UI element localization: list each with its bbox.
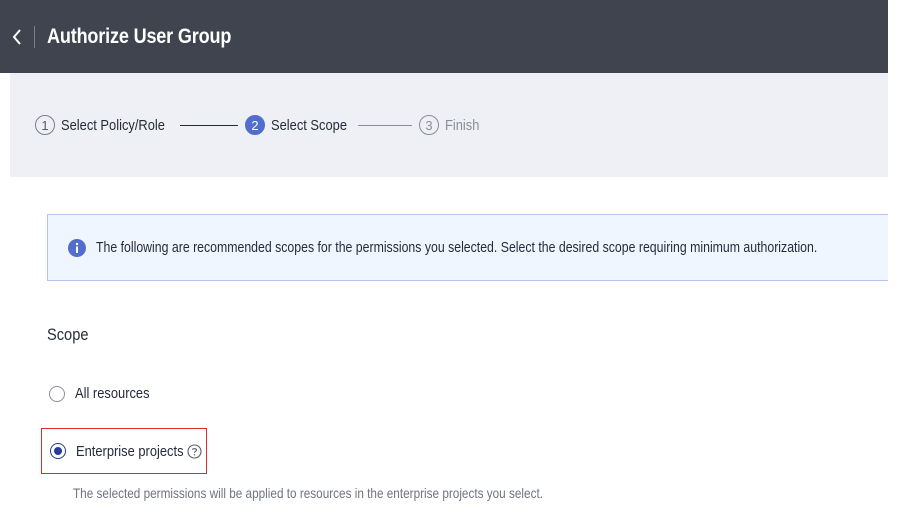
page-title: Authorize User Group xyxy=(47,24,232,48)
question-circle-icon[interactable] xyxy=(187,443,202,459)
step-finish: 3 Finish xyxy=(419,115,485,135)
step-label: Select Scope xyxy=(271,116,348,134)
step-connector xyxy=(180,124,238,126)
step-select-scope: 2 Select Scope xyxy=(245,115,351,135)
back-button[interactable] xyxy=(0,0,34,73)
step-bar: 1 Select Policy/Role 2 Select Scope 3 Fi… xyxy=(10,73,888,177)
step-select-policy-role: 1 Select Policy/Role xyxy=(35,115,173,135)
radio-label: Enterprise projects xyxy=(76,442,184,460)
info-icon xyxy=(68,238,86,257)
scope-description: The selected permissions will be applied… xyxy=(73,485,543,501)
radio-button[interactable] xyxy=(49,385,65,402)
chevron-left-icon xyxy=(12,28,21,45)
step-number: 2 xyxy=(245,115,265,135)
main-content: The following are recommended scopes for… xyxy=(10,177,888,526)
page-header: Authorize User Group xyxy=(0,0,888,73)
step-number: 3 xyxy=(419,115,439,135)
info-notice: The following are recommended scopes for… xyxy=(47,214,888,281)
radio-label: All resources xyxy=(75,385,150,402)
radio-all-resources[interactable]: All resources xyxy=(49,385,162,402)
radio-enterprise-projects[interactable]: Enterprise projects xyxy=(41,428,207,474)
scope-label: Scope xyxy=(47,325,89,344)
header-divider xyxy=(34,25,35,48)
step-number: 1 xyxy=(35,115,55,135)
radio-button-checked[interactable] xyxy=(50,443,66,459)
step-label: Select Policy/Role xyxy=(61,116,165,134)
step-connector xyxy=(358,124,412,126)
notice-text: The following are recommended scopes for… xyxy=(96,239,818,256)
step-label: Finish xyxy=(445,116,480,134)
